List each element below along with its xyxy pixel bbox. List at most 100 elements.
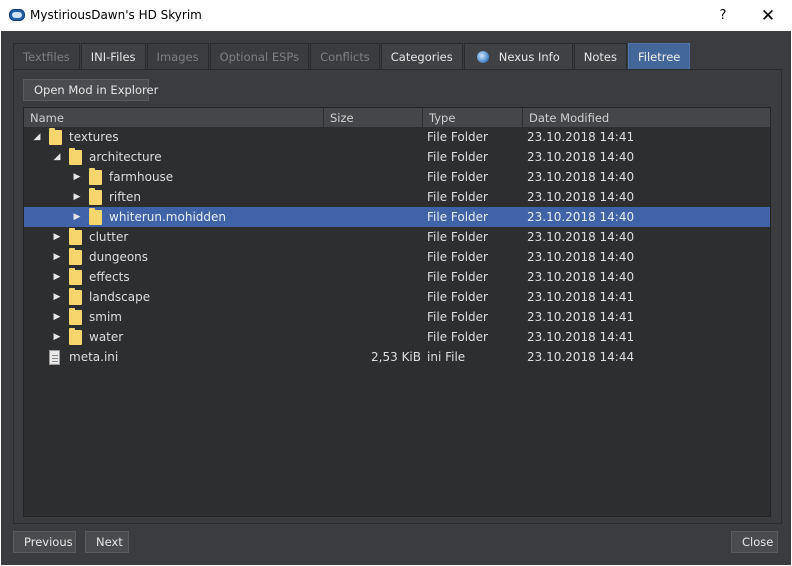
column-header-size[interactable]: Size bbox=[324, 108, 423, 127]
row-size bbox=[324, 307, 421, 327]
tree-row[interactable]: ▶ effects File Folder 23.10.2018 14:40 bbox=[24, 267, 770, 287]
row-type: File Folder bbox=[427, 270, 488, 284]
row-date: 23.10.2018 14:40 bbox=[527, 150, 635, 164]
row-size bbox=[324, 127, 421, 147]
column-header-name[interactable]: Name bbox=[24, 108, 324, 127]
row-date: 23.10.2018 14:41 bbox=[527, 130, 635, 144]
tab-categories[interactable]: Categories bbox=[380, 43, 463, 69]
file-tree[interactable]: Name Size Type Date Modified ◢ textures Fi… bbox=[23, 107, 771, 517]
collapsed-arrow-icon[interactable]: ▶ bbox=[52, 287, 62, 307]
window-title: MystiriousDawn's HD Skyrim bbox=[30, 8, 202, 22]
collapsed-arrow-icon[interactable]: ▶ bbox=[52, 247, 62, 267]
tree-row[interactable]: ▶ whiterun.mohidden File Folder 23.10.2018 … bbox=[24, 207, 770, 227]
tree-row[interactable]: ▶ riften File Folder 23.10.2018 14:40 bbox=[24, 187, 770, 207]
tab-ini-files[interactable]: INI-Files bbox=[80, 43, 146, 69]
expanded-arrow-icon[interactable]: ◢ bbox=[32, 127, 42, 147]
tree-row[interactable]: ▶ smim File Folder 23.10.2018 14:41 bbox=[24, 307, 770, 327]
folder-icon bbox=[69, 268, 82, 285]
collapsed-arrow-icon[interactable]: ▶ bbox=[52, 267, 62, 287]
column-header-type[interactable]: Type bbox=[423, 108, 523, 127]
tab-label: Textfiles bbox=[23, 49, 70, 64]
row-size bbox=[324, 267, 421, 287]
folder-icon bbox=[49, 128, 62, 145]
row-name: farmhouse bbox=[109, 170, 174, 184]
tree-row[interactable]: meta.ini 2,53 KiB ini File 23.10.2018 14:44 bbox=[24, 347, 770, 367]
tab-label: Filetree bbox=[637, 49, 681, 64]
row-type: File Folder bbox=[427, 130, 488, 144]
row-name: smim bbox=[89, 310, 122, 324]
folder-icon bbox=[69, 308, 82, 325]
row-size bbox=[324, 227, 421, 247]
collapsed-arrow-icon[interactable]: ▶ bbox=[72, 187, 82, 207]
row-type: File Folder bbox=[427, 250, 488, 264]
expanded-arrow-icon[interactable]: ◢ bbox=[52, 147, 62, 167]
collapsed-arrow-icon[interactable]: ▶ bbox=[52, 327, 62, 347]
row-size: 2,53 KiB bbox=[371, 350, 421, 364]
row-date: 23.10.2018 14:40 bbox=[527, 270, 635, 284]
row-name: textures bbox=[69, 130, 119, 144]
title-bar: MystiriousDawn's HD Skyrim ? ✕ bbox=[0, 0, 792, 31]
previous-button[interactable]: Previous bbox=[13, 531, 76, 553]
collapsed-arrow-icon[interactable]: ▶ bbox=[52, 307, 62, 327]
tree-row[interactable]: ◢ textures File Folder 23.10.2018 14:41 bbox=[24, 127, 770, 147]
tab-label: Conflicts bbox=[320, 49, 370, 64]
tab-textfiles[interactable]: Textfiles bbox=[13, 43, 80, 69]
tab-filetree[interactable]: Filetree bbox=[627, 43, 691, 69]
row-date: 23.10.2018 14:40 bbox=[527, 190, 635, 204]
row-name: whiterun.mohidden bbox=[109, 210, 226, 224]
folder-icon bbox=[69, 248, 82, 265]
tree-row[interactable]: ▶ landscape File Folder 23.10.2018 14:41 bbox=[24, 287, 770, 307]
tab-label: INI-Files bbox=[90, 49, 136, 64]
tree-row[interactable]: ▶ water File Folder 23.10.2018 14:41 bbox=[24, 327, 770, 347]
row-size bbox=[324, 147, 421, 167]
tree-row[interactable]: ▶ farmhouse File Folder 23.10.2018 14:40 bbox=[24, 167, 770, 187]
filetree-panel: Open Mod in Explorer Name Size Type Date… bbox=[13, 69, 782, 524]
row-date: 23.10.2018 14:41 bbox=[527, 330, 635, 344]
next-button[interactable]: Next bbox=[85, 531, 129, 553]
close-button[interactable]: Close bbox=[731, 531, 778, 553]
row-date: 23.10.2018 14:40 bbox=[527, 210, 635, 224]
row-size bbox=[324, 247, 421, 267]
row-type: File Folder bbox=[427, 150, 488, 164]
tree-row[interactable]: ▶ dungeons File Folder 23.10.2018 14:40 bbox=[24, 247, 770, 267]
tab-label: Optional ESPs bbox=[219, 49, 300, 64]
row-name: effects bbox=[89, 270, 130, 284]
column-header-date[interactable]: Date Modified bbox=[523, 108, 770, 127]
tab-label: Categories bbox=[390, 49, 453, 64]
row-type: File Folder bbox=[427, 310, 488, 324]
tab-bar: Textfiles INI-Files Images Optional ESPs… bbox=[13, 43, 691, 69]
collapsed-arrow-icon[interactable]: ▶ bbox=[72, 167, 82, 187]
row-size bbox=[324, 207, 421, 227]
tab-label: Notes bbox=[583, 49, 617, 64]
collapsed-arrow-icon[interactable]: ▶ bbox=[72, 207, 82, 227]
row-size bbox=[324, 187, 421, 207]
tab-optional-esps[interactable]: Optional ESPs bbox=[209, 43, 310, 69]
folder-icon bbox=[89, 168, 102, 185]
row-type: File Folder bbox=[427, 170, 488, 184]
tab-label: Nexus Info bbox=[498, 49, 560, 64]
tab-notes[interactable]: Notes bbox=[573, 43, 627, 69]
row-type: File Folder bbox=[427, 210, 488, 224]
row-date: 23.10.2018 14:40 bbox=[527, 250, 635, 264]
collapsed-arrow-icon[interactable]: ▶ bbox=[52, 227, 62, 247]
app-icon bbox=[9, 9, 25, 21]
row-name: riften bbox=[109, 190, 141, 204]
tab-images[interactable]: Images bbox=[146, 43, 209, 69]
mod-info-dialog: Textfiles INI-Files Images Optional ESPs… bbox=[1, 31, 791, 565]
tree-row[interactable]: ◢ architecture File Folder 23.10.2018 14:40 bbox=[24, 147, 770, 167]
row-name: dungeons bbox=[89, 250, 149, 264]
tree-row[interactable]: ▶ clutter File Folder 23.10.2018 14:40 bbox=[24, 227, 770, 247]
tab-conflicts[interactable]: Conflicts bbox=[310, 43, 380, 69]
row-type: File Folder bbox=[427, 330, 488, 344]
tab-nexus-info[interactable]: Nexus Info bbox=[463, 43, 573, 69]
folder-icon bbox=[69, 228, 82, 245]
folder-icon bbox=[89, 188, 102, 205]
row-type: File Folder bbox=[427, 190, 488, 204]
row-size bbox=[324, 327, 421, 347]
row-name: water bbox=[89, 330, 124, 344]
file-icon bbox=[49, 350, 60, 365]
window-close-button[interactable]: ✕ bbox=[744, 0, 792, 31]
row-type: ini File bbox=[427, 350, 466, 364]
open-mod-in-explorer-button[interactable]: Open Mod in Explorer bbox=[23, 79, 158, 101]
help-button[interactable]: ? bbox=[712, 0, 734, 31]
